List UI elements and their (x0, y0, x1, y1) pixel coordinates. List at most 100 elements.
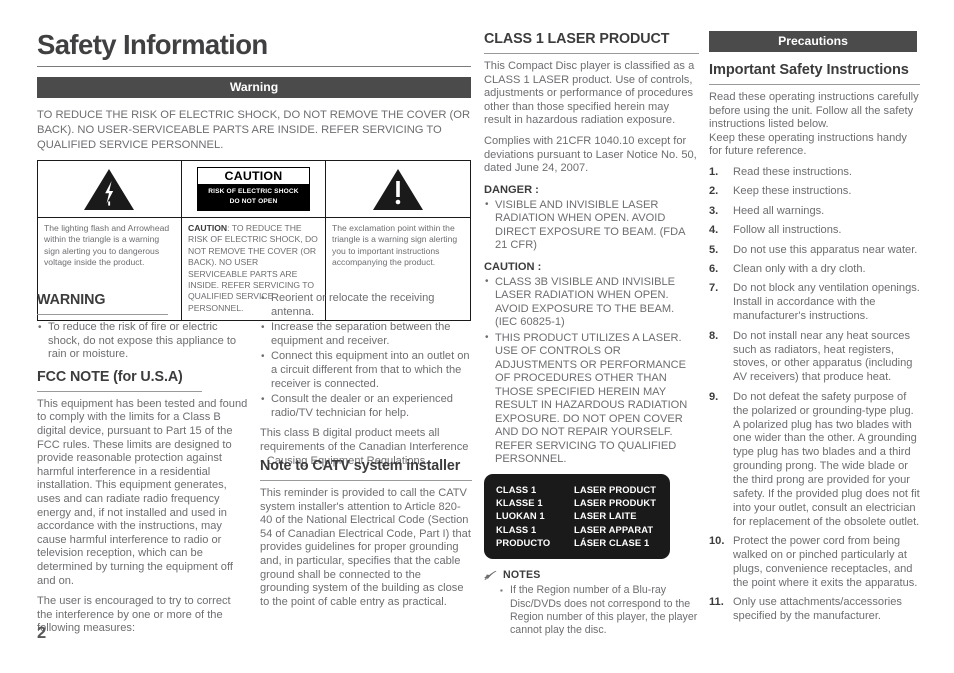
list-item-text: Heed all warnings. (733, 204, 825, 217)
list-item: 1. Read these instructions. (709, 166, 920, 180)
laser-label-class: KLASS 1 (496, 523, 537, 535)
warning-block-heading: WARNING (37, 292, 106, 308)
list-item-number: 8. (709, 329, 719, 342)
laser-label-class: PRODUCTO (496, 536, 551, 548)
fcc-note-rule (37, 390, 203, 392)
list-item-text: Clean only with a dry cloth. (733, 263, 866, 275)
notes-label: NOTES (503, 569, 541, 582)
laser-section-heading: CLASS 1 LASER PRODUCT (484, 31, 670, 47)
middle-column-top: Reorient or relocate the receiving anten… (260, 291, 472, 475)
list-item-number: 11. (709, 596, 724, 609)
list-item-number: 5. (709, 243, 719, 256)
list-item-number: 3. (709, 204, 719, 217)
list-item-text: Do not install near any heat sources suc… (733, 329, 913, 384)
warning-section-header: Warning (37, 77, 471, 98)
list-item: Reorient or relocate the receiving anten… (260, 291, 472, 319)
caution-cell-lightning-text: The lighting flash and Arrowhead within … (44, 223, 170, 268)
list-item: VISIBLE AND INVISIBLE LASER RADIATION WH… (484, 198, 699, 253)
warning-block-bullets: To reduce the risk of fire or electric s… (37, 321, 249, 362)
list-item: 9. Do not defeat the safety purpose of th… (709, 391, 920, 530)
list-item: 11. Only use attachments/accessories spec… (709, 596, 920, 624)
list-item: THIS PRODUCT UTILIZES A LASER. USE OF CO… (484, 331, 699, 467)
table-row: KLASSE 1 LASER PRODUKT (496, 496, 658, 509)
table-row: PRODUCTO LÁSER CLASE 1 (496, 536, 658, 549)
list-item: 8. Do not install near any heat sources s… (709, 330, 920, 386)
laser-paragraph-2: Complies with 21CFR 1040.10 except for d… (484, 134, 697, 175)
list-item-number: 7. (709, 282, 719, 295)
laser-caution-bullets: CLASS 3B VISIBLE AND INVISIBLE LASER RAD… (484, 275, 699, 467)
precautions-list: 1. Read these instructions. 2. Keep these … (709, 166, 920, 624)
fcc-note-paragraph-1: This equipment has been tested and found… (37, 397, 248, 587)
list-item: 7. Do not block any ventilation openings.… (709, 282, 920, 324)
exclamation-triangle-icon (325, 161, 470, 218)
laser-label-class: CLASS 1 (496, 483, 537, 495)
laser-label-product: LASER APPARAT (574, 523, 654, 535)
catv-note-rule (260, 480, 472, 481)
table-row: CLASS 1 LASER PRODUCT (496, 483, 658, 496)
precautions-column: Important Safety Instructions Read these… (709, 62, 920, 630)
laser-section-rule (484, 53, 699, 54)
catv-note-body: This reminder is provided to call the CA… (260, 487, 471, 608)
caution-plate-line2: DO NOT OPEN (229, 197, 278, 205)
notes-header: NOTES (484, 569, 699, 581)
list-item: Consult the dealer or an experienced rad… (260, 393, 472, 420)
precautions-section-header: Precautions (709, 31, 917, 52)
notes-list: If the Region number of a Blu-ray Disc/D… (484, 584, 699, 637)
caution-plate-body: RISK OF ELECTRIC SHOCK DO NOT OPEN (197, 184, 309, 210)
warning-intro-text: TO REDUCE THE RISK OF ELECTRIC SHOCK, DO… (37, 109, 471, 151)
laser-label-class: KLASSE 1 (496, 497, 543, 509)
catv-note-heading: Note to CATV system installer (260, 458, 461, 474)
fcc-note-paragraph-2: The user is encouraged to try to correct… (37, 595, 231, 635)
list-item: Increase the separation between the equi… (260, 321, 472, 348)
fcc-note-heading: FCC NOTE (for U.S.A) (37, 368, 183, 385)
precautions-intro: Read these operating instructions carefu… (709, 91, 919, 158)
precautions-rule (709, 84, 920, 85)
list-item: To reduce the risk of fire or electric s… (37, 321, 249, 362)
laser-label-product: LASER PRODUKT (574, 497, 657, 509)
list-item: 4. Follow all instructions. (709, 224, 920, 238)
list-item: 10. Protect the power cord from being wal… (709, 535, 920, 591)
list-item: CLASS 3B VISIBLE AND INVISIBLE LASER RAD… (484, 275, 699, 330)
laser-paragraph-1: This Compact Disc player is classified a… (484, 60, 695, 127)
page-title: Safety Information (37, 29, 268, 60)
laser-class-label: CLASS 1 LASER PRODUCT KLASSE 1 LASER PRO… (484, 473, 670, 560)
caution-plate-title: CAUTION (197, 168, 309, 185)
laser-danger-bullets: VISIBLE AND INVISIBLE LASER RADIATION WH… (484, 198, 699, 253)
list-item: 6. Clean only with a dry cloth. (709, 263, 920, 277)
fcc-measures-list: Reorient or relocate the receiving anten… (260, 291, 472, 420)
laser-label-product: LÁSER CLASE 1 (574, 536, 650, 548)
document-page: Safety Information Warning TO REDUCE THE… (0, 0, 954, 673)
list-item-text: Do not defeat the safety purpose of the … (733, 390, 920, 528)
caution-cell-plate-lead: CAUTION (187, 223, 228, 233)
warning-block-rule (37, 314, 169, 315)
list-item-text: Only use attachments/accessories specifi… (733, 596, 902, 623)
list-item-text: Protect the power cord from being walked… (733, 535, 918, 590)
laser-column: CLASS 1 LASER PRODUCT This Compact Disc … (484, 31, 699, 637)
list-item-text: Follow all instructions. (733, 224, 842, 237)
caution-plate-line1: RISK OF ELECTRIC SHOCK (208, 188, 299, 196)
laser-caution-heading: CAUTION : (484, 260, 542, 273)
page-number: 2 (37, 624, 47, 642)
list-item-text: Read these instructions. (733, 165, 853, 178)
laser-danger-heading: DANGER : (484, 183, 539, 196)
list-item-number: 4. (709, 224, 719, 237)
laser-label-product: LASER LAITE (574, 510, 637, 522)
list-item-text: Do not block any ventilation openings. I… (733, 282, 920, 323)
precautions-heading: Important Safety Instructions (709, 62, 909, 78)
list-item-number: 6. (709, 263, 719, 275)
list-item: If the Region number of a Blu-ray Disc/D… (500, 584, 699, 637)
middle-column-bottom: Note to CATV system installer This remin… (260, 458, 472, 616)
laser-label-product: LASER PRODUCT (574, 483, 657, 495)
caution-cell-exclamation-text: The exclamation point within the triangl… (331, 223, 458, 268)
lightning-bolt-triangle-icon (38, 161, 181, 218)
list-item-text: Do not use this apparatus near water. (733, 243, 918, 256)
list-item-number: 2. (709, 185, 719, 198)
list-item-number: 9. (709, 390, 719, 403)
list-item-number: 10. (709, 535, 725, 548)
pencil-note-icon (484, 570, 497, 581)
table-row: KLASS 1 LASER APPARAT (496, 523, 658, 536)
list-item: 5. Do not use this apparatus near water. (709, 244, 920, 258)
list-item: 3. Heed all warnings. (709, 205, 920, 219)
list-item: Connect this equipment into an outlet on… (260, 350, 472, 391)
page-title-rule (37, 66, 471, 67)
